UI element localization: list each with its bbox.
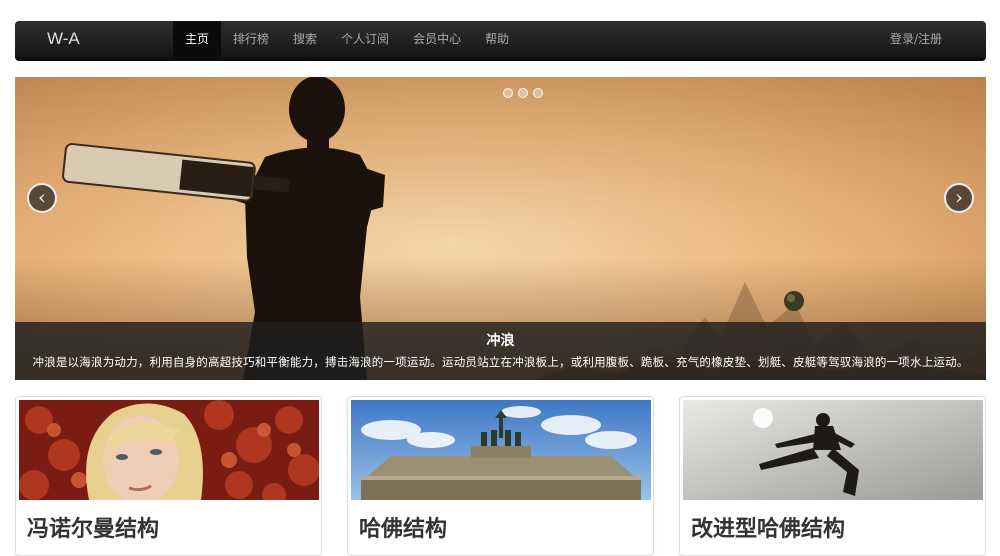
hero-carousel: ‹ › 冲浪 冲浪是以海浪为动力，利用自身的高超技巧和平衡能力，搏击海浪的一项运… xyxy=(15,77,986,380)
nav-item-search[interactable]: 搜索 xyxy=(281,21,329,57)
caption-title: 冲浪 xyxy=(486,333,515,349)
thumbnail-image-portrait xyxy=(19,400,319,500)
thumbnail-card[interactable]: 改进型哈佛结构 xyxy=(679,396,986,556)
ball xyxy=(784,291,804,311)
carousel-indicator-2[interactable] xyxy=(518,88,528,98)
nav-item-subscriptions[interactable]: 个人订阅 xyxy=(329,21,401,57)
nav-item-ranking[interactable]: 排行榜 xyxy=(221,21,281,57)
carousel-indicators xyxy=(503,88,543,98)
brand-logo[interactable]: W-A xyxy=(47,29,80,49)
login-register-link[interactable]: 登录/注册 xyxy=(890,21,942,57)
thumbnail-title: 冯诺尔曼结构 xyxy=(27,517,160,542)
thumbnail-image-kick xyxy=(683,400,983,500)
thumbnail-card[interactable]: 冯诺尔曼结构 xyxy=(15,396,322,556)
carousel-next-button[interactable]: › xyxy=(944,183,974,213)
carousel-indicator-3[interactable] xyxy=(533,88,543,98)
caption-text: 冲浪是以海浪为动力，利用自身的高超技巧和平衡能力，搏击海浪的一项运动。运动员站立… xyxy=(32,355,969,369)
carousel-caption: 冲浪 冲浪是以海浪为动力，利用自身的高超技巧和平衡能力，搏击海浪的一项运动。运动… xyxy=(15,322,986,380)
main-nav: 主页 排行榜 搜索 个人订阅 会员中心 帮助 xyxy=(173,21,521,57)
thumbnail-title: 改进型哈佛结构 xyxy=(691,517,846,542)
thumbnail-card[interactable]: 哈佛结构 xyxy=(347,396,654,556)
chevron-right-icon: › xyxy=(955,185,963,209)
thumbnail-title: 哈佛结构 xyxy=(359,517,448,542)
nav-item-help[interactable]: 帮助 xyxy=(473,21,521,57)
top-navbar: W-A 主页 排行榜 搜索 个人订阅 会员中心 帮助 登录/注册 xyxy=(15,21,986,61)
carousel-indicator-1[interactable] xyxy=(503,88,513,98)
thumbnail-image-gate xyxy=(351,400,651,500)
carousel-prev-button[interactable]: ‹ xyxy=(27,183,57,213)
nav-item-member-center[interactable]: 会员中心 xyxy=(401,21,473,57)
chevron-left-icon: ‹ xyxy=(38,185,46,209)
nav-item-home[interactable]: 主页 xyxy=(173,21,222,57)
